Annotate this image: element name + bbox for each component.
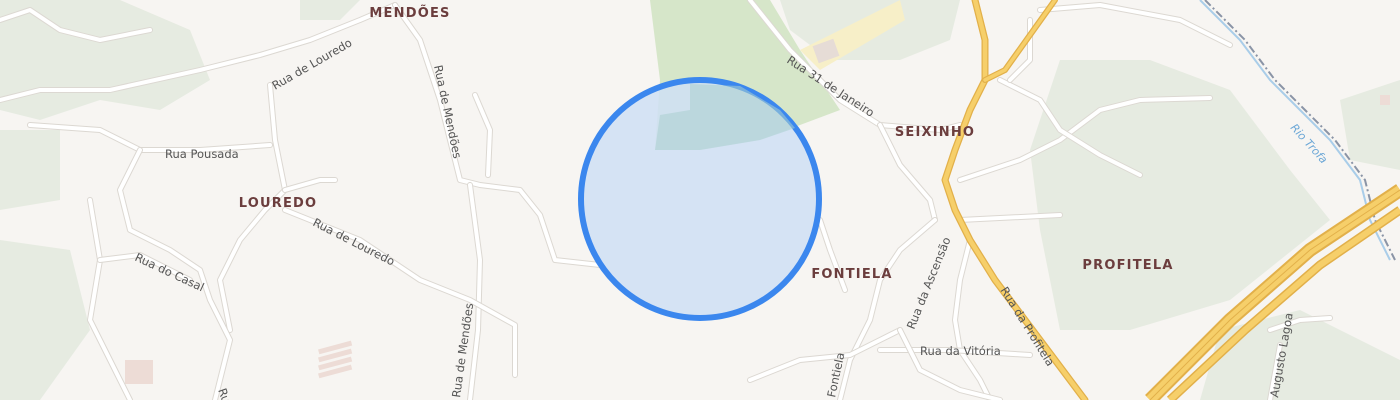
street-label-rua-da-vitoria: Rua da Vitória — [920, 344, 1001, 358]
place-label-fontiela: FONTIELA — [811, 267, 892, 282]
street-label-rua-de-louredo-north: Rua de Louredo — [270, 36, 355, 93]
place-label-seixinho: SEIXINHO — [895, 125, 975, 140]
place-label-profitela: PROFITELA — [1082, 258, 1173, 273]
map-canvas[interactable]: MENDÕES SEIXINHO LOUREDO FONTIELA PROFIT… — [0, 0, 1400, 400]
street-label-rua-pousada: Rua Pousada — [165, 147, 239, 161]
street-label-rua-de-mendoes-north: Rua de Mendões — [431, 64, 464, 160]
river-label: Rio Trofa — [1288, 121, 1330, 166]
street-label-rua-do-casal: Rua do Casal — [133, 250, 207, 294]
map-view[interactable]: MENDÕES SEIXINHO LOUREDO FONTIELA PROFIT… — [0, 0, 1400, 400]
place-label-mendoes: MENDÕES — [369, 5, 450, 21]
place-label-louredo: LOUREDO — [239, 196, 318, 211]
street-label-rua-de-louredo-south: Rua de Louredo — [311, 215, 397, 268]
street-label-rua-da-ascensao: Rua da Ascensão — [904, 235, 954, 331]
